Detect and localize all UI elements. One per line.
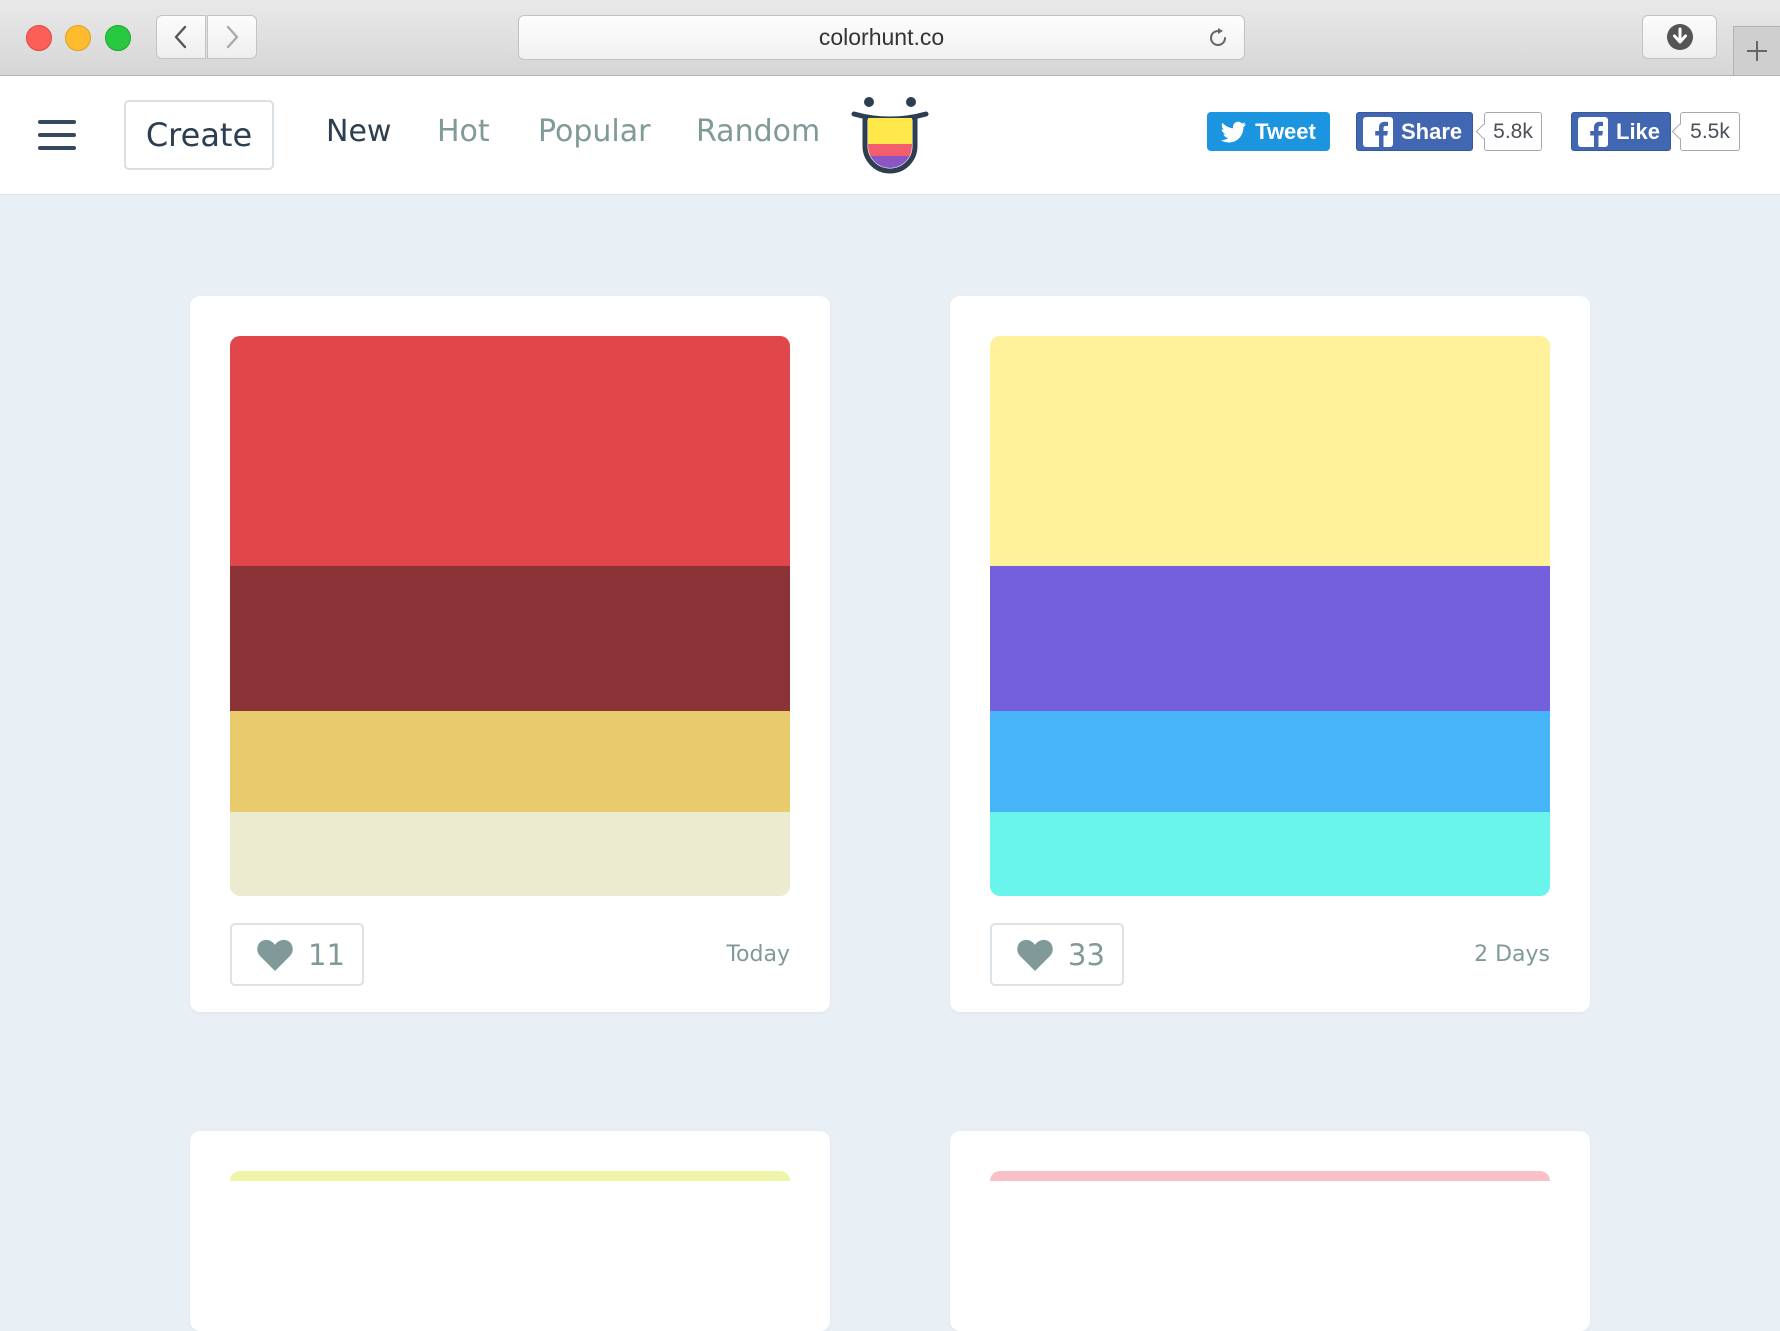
palette-swatches[interactable] <box>230 336 790 896</box>
color-swatch[interactable] <box>230 1171 790 1181</box>
facebook-icon <box>1578 116 1608 147</box>
forward-button[interactable] <box>207 15 257 59</box>
download-icon <box>1666 24 1693 50</box>
color-swatch[interactable] <box>230 812 790 896</box>
color-swatch[interactable] <box>990 812 1550 896</box>
like-button[interactable]: 11 <box>230 923 364 986</box>
color-swatch[interactable] <box>990 1171 1550 1181</box>
color-swatch[interactable] <box>230 566 790 711</box>
like-count: 5.5k <box>1680 112 1740 151</box>
color-swatch[interactable] <box>230 336 790 566</box>
like-count: 11 <box>308 937 345 972</box>
close-window-button[interactable] <box>26 25 52 51</box>
palette-card <box>190 1131 830 1331</box>
like-button[interactable]: 33 <box>990 923 1124 986</box>
heart-icon <box>1017 939 1053 971</box>
palette-card: 33 2 Days <box>950 296 1590 1012</box>
chevron-right-icon <box>226 25 239 49</box>
twitter-bird-icon <box>1221 121 1247 142</box>
facebook-icon <box>1363 116 1393 147</box>
downloads-button[interactable] <box>1642 15 1717 59</box>
share-label: Share <box>1401 118 1463 144</box>
zoom-window-button[interactable] <box>105 25 131 51</box>
nav-new[interactable]: New <box>326 112 391 152</box>
address-bar[interactable]: colorhunt.co <box>518 15 1245 60</box>
palette-card: 11 Today <box>190 296 830 1012</box>
color-swatch[interactable] <box>990 566 1550 711</box>
url-text: colorhunt.co <box>818 24 945 50</box>
color-swatch[interactable] <box>990 711 1550 812</box>
nav-popular[interactable]: Popular <box>538 112 651 152</box>
color-swatch[interactable] <box>990 336 1550 566</box>
like-label: Like <box>1616 118 1661 144</box>
tweet-button[interactable]: Tweet <box>1207 112 1330 151</box>
minimize-window-button[interactable] <box>65 25 91 51</box>
nav-random[interactable]: Random <box>696 112 820 152</box>
facebook-share-button[interactable]: Share <box>1356 112 1473 151</box>
nav-hot[interactable]: Hot <box>437 112 490 152</box>
palette-date: Today <box>726 942 790 967</box>
menu-icon[interactable] <box>38 120 78 150</box>
create-button[interactable]: Create <box>124 100 274 170</box>
palette-date: 2 Days <box>1474 942 1550 967</box>
chevron-left-icon <box>174 25 187 49</box>
heart-icon <box>257 939 293 971</box>
like-count: 33 <box>1068 937 1105 972</box>
share-count: 5.8k <box>1484 112 1542 151</box>
tweet-label: Tweet <box>1255 118 1316 144</box>
palette-card <box>950 1131 1590 1331</box>
plus-icon <box>1747 41 1767 61</box>
facebook-like-button[interactable]: Like <box>1571 112 1671 151</box>
new-tab-button[interactable] <box>1733 26 1780 75</box>
palette-swatches[interactable] <box>990 336 1550 896</box>
colorhunt-logo-icon[interactable] <box>850 94 930 178</box>
site-header: Create New Hot Popular Random Tweet Shar <box>0 76 1780 195</box>
color-swatch[interactable] <box>230 711 790 812</box>
back-button[interactable] <box>156 15 206 59</box>
browser-toolbar: colorhunt.co <box>0 0 1780 76</box>
reload-icon[interactable] <box>1206 26 1230 50</box>
